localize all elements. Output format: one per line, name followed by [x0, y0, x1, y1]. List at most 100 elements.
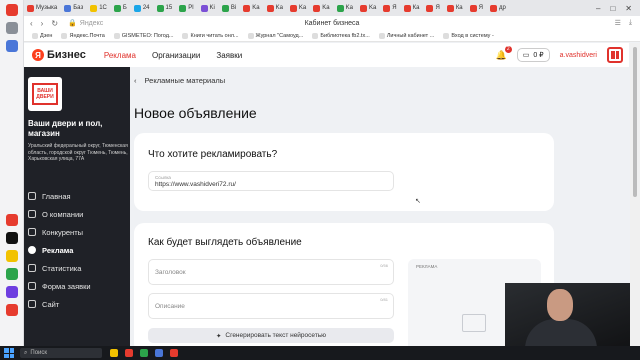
- extensions-icon[interactable]: ☰: [615, 19, 621, 27]
- page-scrollbar[interactable]: [630, 43, 640, 346]
- menu-item-icon: [28, 210, 36, 218]
- close-icon[interactable]: ✕: [625, 4, 632, 13]
- user-login[interactable]: a.vashidveri: [560, 52, 597, 59]
- menu-item-icon: [28, 192, 36, 200]
- tab-favicon-icon: [200, 4, 208, 12]
- app-icon[interactable]: [140, 349, 148, 357]
- sidebar-item[interactable]: Конкуренты: [28, 223, 128, 241]
- browser-tab[interactable]: Ka: [310, 2, 332, 15]
- browser-icon[interactable]: [125, 349, 133, 357]
- bookmark-item[interactable]: Вход в систему -: [443, 32, 494, 39]
- tab-label: Баз: [73, 5, 84, 11]
- headline-field[interactable]: Заголовок 0/56: [148, 259, 394, 285]
- tab-favicon-icon: [64, 4, 72, 12]
- tiktok-icon[interactable]: [6, 232, 18, 244]
- yandex-logo-icon: Я: [32, 49, 44, 61]
- browser-tab[interactable]: Ka: [357, 2, 379, 15]
- breadcrumb[interactable]: ‹ Рекламные материалы: [134, 76, 225, 85]
- browser-sidebar: [0, 0, 24, 346]
- bookmark-item[interactable]: GISMETEO: Погод...: [113, 32, 173, 39]
- tab-label: др: [499, 5, 506, 11]
- browser-tab[interactable]: Я: [423, 2, 442, 15]
- sidebar-item-label: Главная: [42, 191, 71, 201]
- browser-tab[interactable]: Ка: [401, 2, 423, 15]
- tab-favicon-icon: [133, 4, 141, 12]
- back-arrow-icon[interactable]: ‹: [134, 76, 137, 85]
- bookmarks-icon[interactable]: [6, 22, 18, 34]
- window-controls: – □ ✕: [596, 4, 640, 13]
- tab-strip: Музыка Баз 1С Б 24 15 Pl Ki Ві Ka Ka Ka Ka Ka Ka Я Ка Я Ка…: [24, 0, 640, 16]
- back-icon[interactable]: ‹: [30, 19, 33, 28]
- nav-requests[interactable]: Заявки: [216, 51, 242, 60]
- music-icon[interactable]: [6, 250, 18, 262]
- sidebar-item-label: Статистика: [42, 263, 82, 273]
- tab-label: Я: [392, 5, 397, 11]
- browser-tab[interactable]: Баз: [61, 2, 86, 15]
- app-icon[interactable]: [170, 349, 178, 357]
- browser-tab[interactable]: Ki: [198, 2, 218, 15]
- sparkle-icon: ✦: [215, 332, 222, 340]
- bookmark-icon: [61, 32, 68, 39]
- browser-tab[interactable]: Ka: [240, 2, 262, 15]
- messenger-icon[interactable]: [6, 268, 18, 280]
- explorer-icon[interactable]: [110, 349, 118, 357]
- tab-favicon-icon: [113, 4, 121, 12]
- browser-tab[interactable]: 24: [131, 2, 153, 15]
- taskbar: ⌕ Поиск: [0, 346, 640, 360]
- browser-tab[interactable]: Я: [467, 2, 486, 15]
- bookmark-item[interactable]: Библиотека fb2.tx...: [312, 32, 370, 39]
- link-field[interactable]: Ссылка https://www.vashidveri72.ru/: [148, 171, 394, 191]
- sidebar-item[interactable]: Статистика: [28, 259, 128, 277]
- sidebar-item[interactable]: О компании: [28, 205, 128, 223]
- description-field[interactable]: Описание 0/81: [148, 293, 394, 319]
- minimize-icon[interactable]: –: [596, 4, 600, 13]
- bookmark-item[interactable]: Дзен: [32, 32, 52, 39]
- app-icon[interactable]: [155, 349, 163, 357]
- apps-icon[interactable]: [6, 286, 18, 298]
- browser-tab[interactable]: Ka: [287, 2, 309, 15]
- sidebar-item[interactable]: Сайт: [28, 295, 128, 313]
- browser-tab[interactable]: Ка: [444, 2, 466, 15]
- alice-icon[interactable]: [6, 304, 18, 316]
- browser-tab[interactable]: Ka: [334, 2, 356, 15]
- nav-ads[interactable]: Реклама: [104, 51, 136, 60]
- bookmark-item[interactable]: Книги читать онл...: [182, 32, 239, 39]
- bookmark-item[interactable]: Личный кабинет ...: [378, 32, 434, 39]
- browser-tab[interactable]: др: [487, 2, 509, 15]
- tab-favicon-icon: [266, 4, 274, 12]
- browser-tab[interactable]: Музыка: [24, 2, 60, 15]
- tab-label: Ка: [455, 5, 463, 11]
- browser-tab[interactable]: Я: [380, 2, 399, 15]
- generate-text-button[interactable]: ✦ Сгенерировать текст нейросетью: [148, 328, 394, 343]
- browser-tab[interactable]: 15: [154, 2, 176, 15]
- tab-label: Музыка: [36, 5, 58, 11]
- browser-tab[interactable]: 1С: [87, 2, 110, 15]
- taskbar-search[interactable]: ⌕ Поиск: [20, 348, 102, 358]
- maximize-icon[interactable]: □: [610, 4, 615, 13]
- url-field[interactable]: 🔒 Яндекс: [68, 19, 103, 28]
- sidebar-item[interactable]: Форма заявки: [28, 277, 128, 295]
- start-icon[interactable]: [4, 348, 14, 358]
- bookmark-item[interactable]: Журнал "Самоуд...: [247, 32, 303, 39]
- browser-tab[interactable]: Ka: [264, 2, 286, 15]
- collections-icon[interactable]: [6, 40, 18, 52]
- browser-tab[interactable]: Pl: [176, 2, 196, 15]
- header-right: 🔔 2 ▭ 0 ₽ a.vashidveri: [496, 45, 630, 63]
- nav-organizations[interactable]: Организации: [152, 51, 200, 60]
- notifications-button[interactable]: 🔔 2: [496, 45, 512, 61]
- avatar[interactable]: [607, 47, 623, 63]
- forward-icon[interactable]: ›: [41, 19, 44, 28]
- balance-button[interactable]: ▭ 0 ₽: [516, 48, 550, 62]
- youtube-icon[interactable]: [6, 214, 18, 226]
- reload-icon[interactable]: ↻: [51, 19, 58, 28]
- sidebar-item[interactable]: Главная: [28, 187, 128, 205]
- tab-favicon-icon: [383, 4, 391, 12]
- bookmark-icon: [182, 32, 189, 39]
- sidebar-item[interactable]: Реклама: [28, 241, 128, 259]
- download-icon[interactable]: ⤓: [629, 19, 632, 27]
- bookmark-item[interactable]: Яндекс.Почта: [61, 32, 105, 39]
- browser-menu-icon[interactable]: [6, 4, 18, 16]
- browser-tab[interactable]: Ві: [219, 2, 239, 15]
- browser-tab[interactable]: Б: [111, 2, 130, 15]
- business-logo[interactable]: Я Бизнес: [24, 49, 86, 61]
